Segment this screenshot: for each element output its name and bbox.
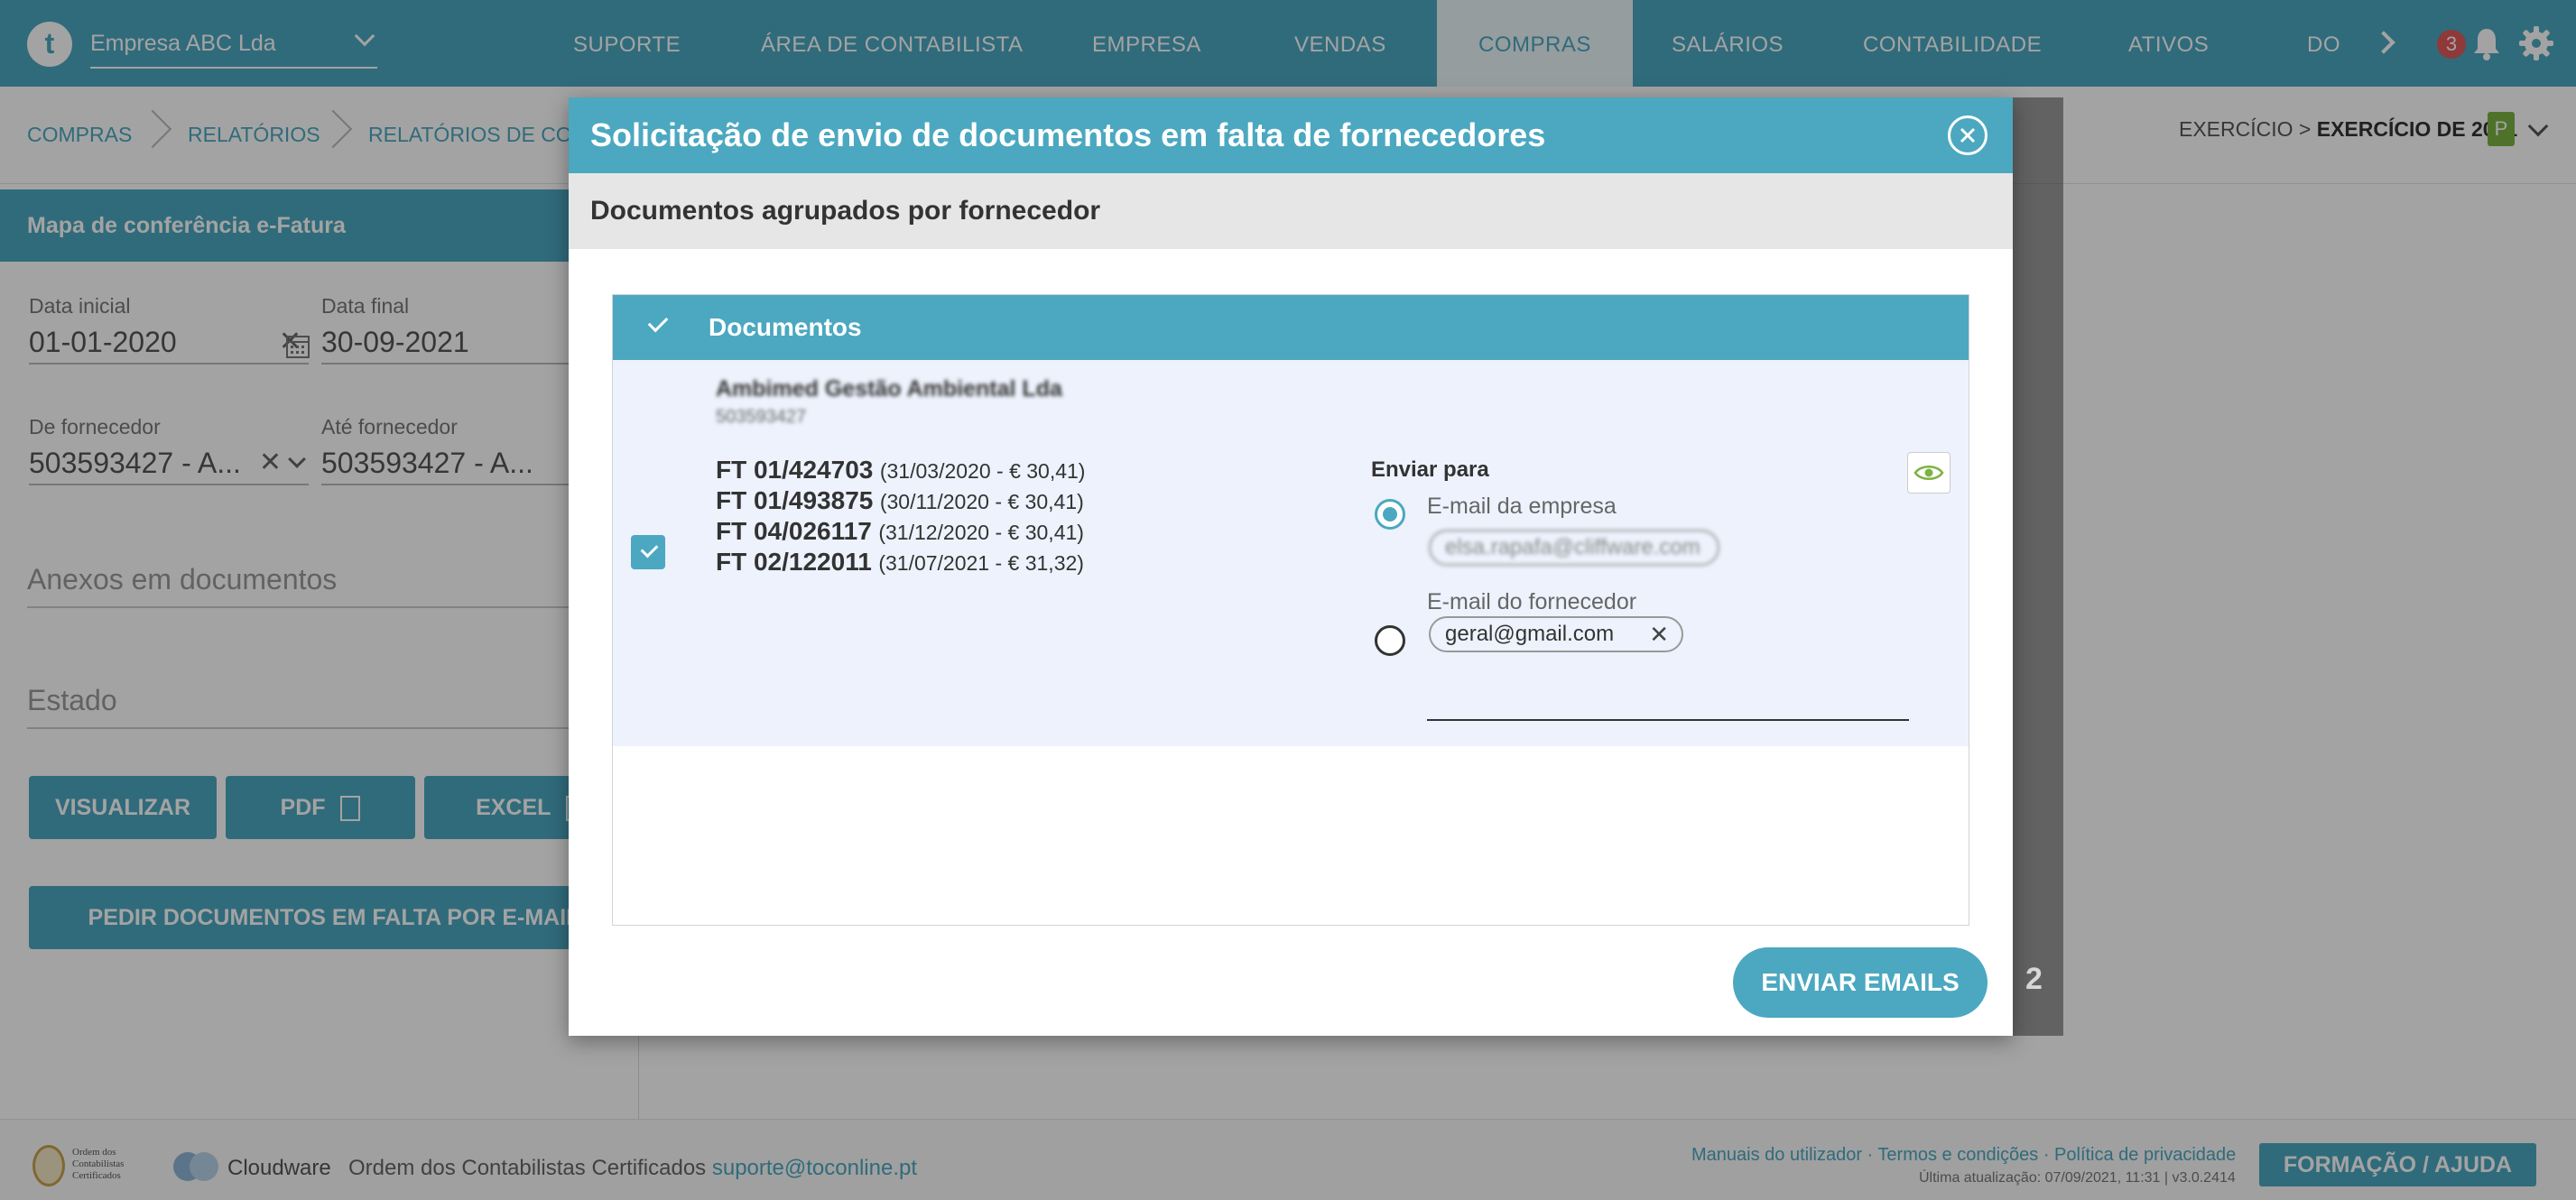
supplier-email-chip[interactable]: geral@gmail.com ✕ [1429,616,1683,652]
remove-email-icon[interactable]: ✕ [1649,618,1669,651]
document-number: FT 02/122011 [716,548,872,576]
document-meta: (31/03/2020 - € 30,41) [879,459,1086,483]
company-email-label: E-mail da empresa [1427,494,1617,519]
supplier-row: Ambimed Gestão Ambiental Lda 503593427 F… [613,360,1969,746]
document-item: FT 04/026117 (31/12/2020 - € 30,41) [716,517,1084,546]
company-email-radio[interactable] [1375,499,1405,530]
document-number: FT 04/026117 [716,517,872,545]
document-meta: (31/07/2021 - € 31,32) [878,551,1084,575]
document-item: FT 01/493875 (30/11/2020 - € 30,41) [716,486,1084,515]
company-email-chip: elsa.rapafa@cliffware.com [1429,530,1719,566]
stacked-dialog-edge [2006,97,2063,1036]
document-number: FT 01/424703 [716,456,874,484]
close-icon[interactable] [1948,115,1988,155]
table-header: Documentos [613,295,1969,360]
document-number: FT 01/493875 [716,486,874,514]
select-all-check-icon[interactable] [647,311,669,333]
document-meta: (31/12/2020 - € 30,41) [878,521,1084,544]
document-meta: (30/11/2020 - € 30,41) [879,490,1084,513]
close-x-glyph [1960,127,1976,143]
supplier-email-input[interactable] [1427,719,1909,721]
document-item: FT 02/122011 (31/07/2021 - € 31,32) [716,548,1084,577]
supplier-nif: 503593427 [716,407,807,427]
send-to-label: Enviar para [1371,457,1489,482]
documents-column-header: Documentos [709,313,862,341]
dialog-subtitle: Documentos agrupados por fornecedor [569,173,2013,249]
page-number: 2 [2025,962,2043,996]
dialog-title: Solicitação de envio de documentos em fa… [569,97,2013,173]
supplier-name: Ambimed Gestão Ambiental Lda [716,376,1062,402]
supplier-email-radio[interactable] [1375,625,1405,656]
documents-table: Documentos Ambimed Gestão Ambiental Lda … [612,294,1969,926]
document-item: FT 01/424703 (31/03/2020 - € 30,41) [716,456,1085,485]
supplier-email-value: geral@gmail.com [1445,622,1615,646]
eye-icon [1913,466,1944,480]
send-emails-button[interactable]: ENVIAR EMAILS [1733,947,1988,1018]
preview-button[interactable] [1907,452,1951,494]
row-checkbox[interactable] [631,535,665,569]
missing-documents-dialog: Solicitação de envio de documentos em fa… [569,97,2013,1036]
supplier-email-label: E-mail do fornecedor [1427,589,1637,614]
